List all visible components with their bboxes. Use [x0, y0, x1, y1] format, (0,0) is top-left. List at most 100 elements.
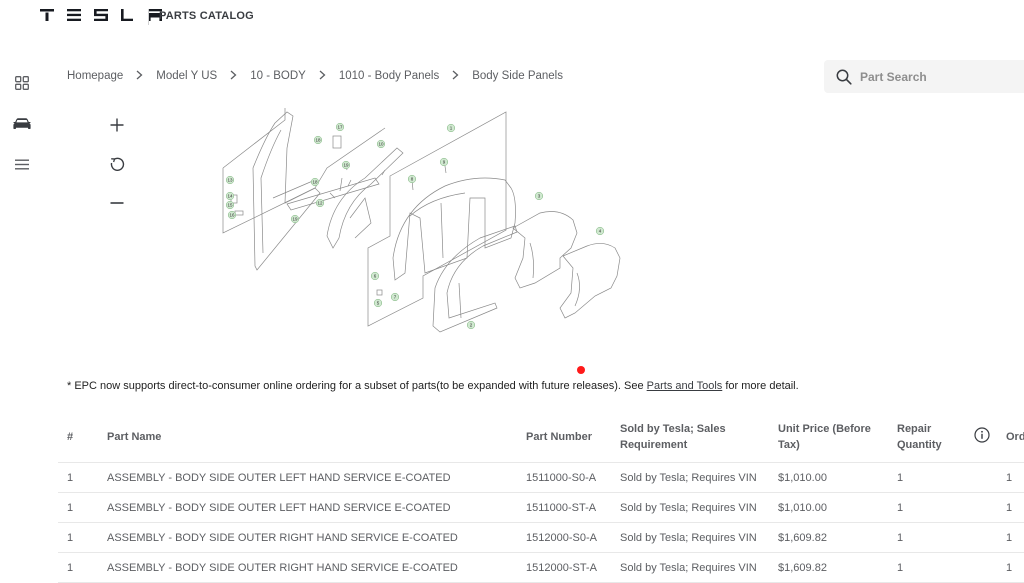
callout-3: 3	[534, 191, 544, 201]
cell-part-number[interactable]: 1512000-ST-A	[517, 552, 611, 583]
breadcrumb-subcategory[interactable]: 1010 - Body Panels	[339, 70, 439, 82]
notice-text-end: for more detail.	[722, 380, 799, 392]
part-search-input[interactable]	[858, 68, 1022, 85]
table-row[interactable]: 1 ASSEMBLY - BODY SIDE OUTER RIGHT HAND …	[58, 552, 1024, 583]
cell-repair-qty: 1	[888, 492, 965, 523]
cell-order-qty[interactable]: 1	[997, 492, 1024, 523]
svg-text:14: 14	[227, 194, 233, 199]
cell-order-qty[interactable]: 1	[997, 462, 1024, 493]
catalog-title: PARTS CATALOG	[159, 10, 254, 22]
zoom-out-button[interactable]	[107, 193, 127, 213]
cell-sold-by: Sold by Tesla; Requires VIN	[611, 522, 769, 553]
table-header-row: # Part Name Part Number Sold by Tesla; S…	[58, 412, 1024, 463]
callout-18b: 18	[310, 177, 320, 187]
sidebar-item-grid[interactable]	[12, 73, 32, 93]
diagram-part-3	[512, 211, 578, 289]
callout-15: 15	[225, 200, 235, 210]
breadcrumb-category[interactable]: 10 - BODY	[250, 70, 306, 82]
callout-18a: 18	[313, 135, 323, 145]
callout-16: 16	[227, 210, 237, 220]
diagram-frame-mid	[314, 127, 386, 189]
svg-text:13: 13	[227, 178, 233, 183]
breadcrumb-separator-icon	[452, 69, 459, 83]
tesla-logo[interactable]	[40, 9, 162, 21]
callout-8: 8	[407, 174, 417, 184]
svg-text:19: 19	[292, 217, 298, 222]
table-row[interactable]: 1 ASSEMBLY - BODY SIDE OUTER LEFT HAND S…	[58, 462, 1024, 493]
sidebar-item-vehicle[interactable]	[12, 114, 32, 134]
cell-part-name[interactable]: ASSEMBLY - BODY SIDE OUTER LEFT HAND SER…	[98, 492, 517, 523]
reset-view-button[interactable]	[107, 154, 127, 174]
table-row[interactable]: 1 ASSEMBLY - BODY SIDE OUTER LEFT HAND S…	[58, 492, 1024, 523]
epc-notice: * EPC now supports direct-to-consumer on…	[67, 380, 799, 392]
breadcrumb: Homepage Model Y US 10 - BODY 1010 - Bod…	[67, 69, 563, 83]
callout-17: 17	[335, 122, 345, 132]
parts-table: # Part Name Part Number Sold by Tesla; S…	[58, 412, 1024, 583]
breadcrumb-separator-icon	[230, 69, 237, 83]
cell-part-number[interactable]: 1511000-S0-A	[517, 462, 611, 493]
col-header-info[interactable]	[965, 412, 997, 463]
cell-sold-by: Sold by Tesla; Requires VIN	[611, 492, 769, 523]
zoom-in-button[interactable]	[107, 115, 127, 135]
breadcrumb-separator-icon	[319, 69, 326, 83]
cell-spacer	[965, 522, 997, 553]
logo-letter-s	[94, 9, 108, 21]
table-row[interactable]: 1 ASSEMBLY - BODY SIDE OUTER RIGHT HAND …	[58, 522, 1024, 553]
cell-repair-qty: 1	[888, 522, 965, 553]
part-search-box[interactable]	[824, 60, 1024, 93]
cell-part-name[interactable]: ASSEMBLY - BODY SIDE OUTER LEFT HAND SER…	[98, 462, 517, 493]
breadcrumb-homepage[interactable]: Homepage	[67, 70, 123, 82]
breadcrumb-current: Body Side Panels	[472, 70, 563, 82]
breadcrumb-model[interactable]: Model Y US	[156, 70, 217, 82]
callout-13: 13	[225, 175, 235, 185]
notice-text: * EPC now supports direct-to-consumer on…	[67, 380, 647, 392]
cell-unit-price: $1,609.82	[769, 522, 888, 553]
col-header-unit-price: Unit Price (Before Tax)	[769, 412, 888, 463]
cell-part-name[interactable]: ASSEMBLY - BODY SIDE OUTER RIGHT HAND SE…	[98, 522, 517, 553]
callout-19a: 19	[341, 160, 351, 170]
cell-part-name[interactable]: ASSEMBLY - BODY SIDE OUTER RIGHT HAND SE…	[98, 552, 517, 583]
grid-icon	[15, 76, 29, 90]
breadcrumb-separator-icon	[136, 69, 143, 83]
col-header-sold-by: Sold by Tesla; Sales Requirement	[611, 412, 769, 463]
sidebar-item-menu[interactable]	[12, 154, 32, 174]
svg-text:10: 10	[378, 142, 384, 147]
cell-num: 1	[58, 552, 98, 583]
col-header-num: #	[58, 412, 98, 463]
car-icon	[13, 118, 31, 129]
info-icon[interactable]	[974, 426, 990, 443]
cell-part-number[interactable]: 1512000-S0-A	[517, 522, 611, 553]
callout-7: 7	[390, 292, 400, 302]
cell-spacer	[965, 462, 997, 493]
cell-unit-price: $1,609.82	[769, 552, 888, 583]
col-header-repair-qty: Repair Quantity	[888, 412, 965, 463]
diagram-part-1	[392, 177, 516, 281]
cell-sold-by: Sold by Tesla; Requires VIN	[611, 552, 769, 583]
cell-num: 1	[58, 462, 98, 493]
diagram-part-4	[559, 243, 621, 319]
parts-diagram[interactable]: 1 2 3 4 5 6 7 8 9 10 12 13 14 15 16 17 1…	[215, 108, 635, 340]
cell-order-qty[interactable]: 1	[997, 522, 1024, 553]
cell-part-number[interactable]: 1511000-ST-A	[517, 492, 611, 523]
cell-spacer	[965, 552, 997, 583]
col-header-order-qty: Order Quantity	[997, 412, 1024, 463]
callout-10: 10	[376, 139, 386, 149]
svg-text:18: 18	[312, 180, 318, 185]
callout-1: 1	[446, 123, 456, 133]
logo-letter-t	[40, 9, 54, 21]
svg-text:18: 18	[315, 138, 321, 143]
parts-and-tools-link[interactable]: Parts and Tools	[647, 380, 723, 392]
svg-text:16: 16	[229, 213, 235, 218]
plus-icon	[110, 118, 124, 132]
diagram-part-rocker	[286, 177, 380, 211]
cell-spacer	[965, 492, 997, 523]
rotate-icon	[110, 157, 124, 171]
cell-order-qty[interactable]: 1	[997, 552, 1024, 583]
callout-19b: 19	[290, 214, 300, 224]
diagram-part-2	[432, 225, 518, 333]
cell-unit-price: $1,010.00	[769, 492, 888, 523]
callout-4: 4	[595, 226, 605, 236]
cell-repair-qty: 1	[888, 462, 965, 493]
minus-icon	[110, 202, 124, 204]
col-header-part-name: Part Name	[98, 412, 517, 463]
